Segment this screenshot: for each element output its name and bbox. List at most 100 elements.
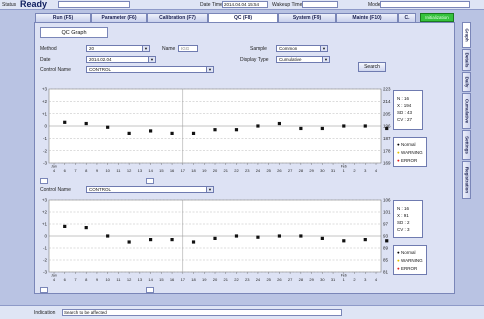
- y-tick-label-left: -1: [43, 246, 47, 251]
- status-label: Status: [2, 2, 17, 8]
- scroll-right-button-2[interactable]: [146, 287, 154, 293]
- stat-cv: CV : 27: [397, 117, 413, 122]
- display-type-select[interactable]: Cumulative ▼: [276, 56, 330, 63]
- data-point: [299, 126, 303, 131]
- x-tick-label: 19: [202, 168, 207, 173]
- mode-field: [380, 1, 470, 8]
- x-tick-label: 8: [85, 168, 88, 173]
- legend-normal: Normal: [400, 250, 416, 255]
- chevron-down-icon: ▼: [206, 67, 213, 72]
- legend-error: ERROR: [400, 158, 418, 163]
- data-point: [84, 226, 88, 230]
- data-point: [170, 131, 174, 135]
- x-tick-label: 28: [299, 168, 304, 173]
- indication-field: Search to be affected: [62, 309, 342, 316]
- data-point: [213, 236, 217, 240]
- x-tick-label: 7: [74, 168, 77, 173]
- data-point: [191, 131, 196, 135]
- x-tick-label: 25: [266, 168, 271, 173]
- chevron-down-icon: ▼: [206, 187, 213, 192]
- x-tick-label: 4: [53, 277, 56, 282]
- data-point: [127, 240, 131, 244]
- scroll-left-button[interactable]: [40, 178, 48, 184]
- data-point: [234, 234, 239, 238]
- name-label: Name: [162, 46, 176, 52]
- x-tick-label: 8: [85, 277, 88, 282]
- data-point: [84, 121, 88, 126]
- sample-select[interactable]: Common ▼: [276, 45, 328, 52]
- x-tick-label: 23: [245, 277, 250, 282]
- x-tick-label: 31: [331, 277, 336, 282]
- stat-mean: X : 91: [397, 213, 409, 218]
- data-point: [234, 128, 239, 132]
- mode-label: Mode: [368, 2, 381, 8]
- data-point: [213, 128, 217, 132]
- sample-label: Sample: [250, 46, 267, 52]
- x-month-label: Feb: [341, 274, 347, 278]
- y-tick-label-right: 205: [383, 111, 391, 116]
- control-name-select[interactable]: CONTROL ▼: [86, 66, 214, 73]
- x-tick-label: 9: [96, 277, 99, 282]
- data-point: [277, 234, 281, 238]
- x-tick-label: 12: [127, 168, 132, 173]
- search-button[interactable]: Search: [358, 62, 386, 72]
- x-tick-label: 21: [224, 277, 229, 282]
- x-tick-label: 24: [256, 277, 261, 282]
- indication-label: Indication: [34, 310, 56, 316]
- x-tick-label: 29: [309, 277, 314, 282]
- y-tick-label-left: +3: [42, 87, 48, 92]
- data-point: [363, 124, 367, 128]
- x-tick-label: 25: [266, 277, 271, 282]
- side-tab-cumulative[interactable]: Cumulative: [462, 93, 471, 129]
- stat-cv: CV : 3: [397, 227, 410, 232]
- data-point: [320, 126, 324, 131]
- date-select[interactable]: 2014.02.04 ▼: [86, 56, 156, 63]
- x-tick-label: 4: [375, 277, 378, 282]
- stat-n: N : 16: [397, 206, 410, 211]
- x-tick-label: 23: [245, 168, 250, 173]
- data-point: [191, 240, 196, 244]
- method-label: Method: [40, 46, 57, 52]
- x-tick-label: 11: [116, 277, 121, 282]
- side-tab-settings[interactable]: Settings: [462, 130, 471, 160]
- indication-bar: Indication Search to be affected: [0, 305, 484, 319]
- x-tick-label: 3: [364, 277, 367, 282]
- data-point: [342, 124, 346, 128]
- side-tab-daily[interactable]: Daily: [462, 72, 471, 92]
- y-tick-label-left: 0: [44, 124, 47, 129]
- stat-mean: X : 194: [397, 103, 412, 108]
- chevron-down-icon: ▼: [322, 57, 329, 62]
- y-tick-label-left: -3: [43, 161, 47, 166]
- x-tick-label: 10: [105, 168, 110, 173]
- y-tick-label-left: +2: [42, 210, 48, 215]
- data-point: [277, 121, 281, 126]
- data-point: [149, 129, 153, 133]
- legend-box-2: ● Normal ● WARNING ● ERROR: [393, 245, 427, 275]
- control-name-select-2[interactable]: CONTROL ▼: [86, 186, 214, 193]
- side-tab-registration[interactable]: Registration: [462, 161, 471, 199]
- x-tick-label: 22: [234, 277, 239, 282]
- wakeup-label: Wakeup Time: [272, 2, 303, 8]
- initialization-button[interactable]: Initialization: [420, 13, 454, 22]
- method-select[interactable]: 20 ▼: [86, 45, 150, 52]
- x-tick-label: 20: [213, 168, 218, 173]
- datetime-field: 2014.04.04 15:54: [222, 1, 268, 8]
- scroll-left-button-2[interactable]: [40, 287, 48, 293]
- data-point: [385, 239, 389, 243]
- status-value: Ready: [20, 0, 48, 9]
- data-point: [342, 239, 346, 243]
- y-tick-label-left: +1: [42, 222, 48, 227]
- x-tick-label: 24: [256, 168, 261, 173]
- scroll-right-button[interactable]: [146, 178, 154, 184]
- x-tick-label: 16: [170, 277, 175, 282]
- y-tick-label-right: 187: [383, 136, 391, 141]
- x-tick-label: 15: [159, 168, 164, 173]
- x-tick-label: 17: [181, 168, 186, 173]
- side-tab-graph[interactable]: Graph: [462, 22, 471, 48]
- y-tick-label-left: 0: [44, 234, 47, 239]
- x-tick-label: 26: [277, 277, 282, 282]
- data-point: [363, 238, 367, 242]
- x-tick-label: 17: [181, 277, 186, 282]
- qc-chart-1: +3 223+2 214+1 2050 196-1 187-2 178-3 1694 6 7 8 9 1…: [42, 87, 391, 173]
- side-tab-details[interactable]: Details: [462, 49, 471, 71]
